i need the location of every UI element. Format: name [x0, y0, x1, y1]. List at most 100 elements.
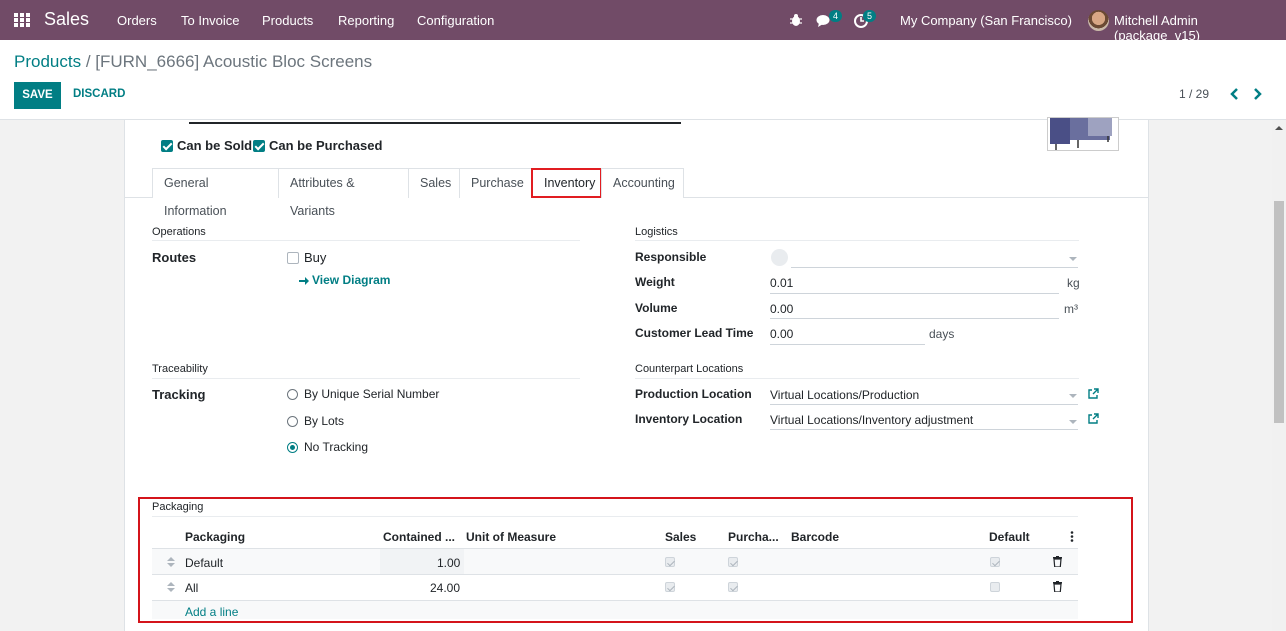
external-link-icon[interactable]	[1087, 413, 1099, 425]
route-buy-checkbox[interactable]	[287, 252, 299, 264]
tab-purchase[interactable]: Purchase	[459, 168, 532, 198]
row-default-checkbox[interactable]	[990, 582, 1000, 592]
bug-icon[interactable]	[788, 12, 804, 28]
weight-unit: kg	[1067, 276, 1080, 290]
row-packaging-name[interactable]: All	[185, 581, 198, 595]
row-purchase-checkbox[interactable]	[728, 582, 738, 592]
add-line-row	[152, 601, 1078, 619]
row-purchase-checkbox[interactable]	[728, 557, 738, 567]
apps-menu-icon[interactable]	[14, 13, 30, 27]
user-avatar[interactable]	[1088, 10, 1109, 31]
counterpart-rule	[635, 378, 1079, 379]
tracking-lots-label: By Lots	[304, 414, 345, 428]
counterpart-title: Counterpart Locations	[635, 363, 744, 375]
inventory-location-label: Inventory Location	[635, 412, 743, 426]
tracking-none-label: No Tracking	[304, 440, 369, 454]
row-sales-checkbox[interactable]	[665, 557, 675, 567]
production-location-line	[770, 404, 1078, 405]
save-button[interactable]: SAVE	[14, 82, 61, 109]
operations-rule	[152, 240, 580, 241]
col-packaging[interactable]: Packaging	[185, 530, 245, 544]
scroll-up-icon[interactable]	[1275, 124, 1283, 132]
discard-button[interactable]: DISCARD	[73, 88, 125, 100]
tracking-none-radio[interactable]	[287, 442, 298, 453]
lead-time-unit: days	[929, 327, 955, 341]
production-location-input[interactable]: Virtual Locations/Production	[770, 388, 919, 402]
menu-to-invoice[interactable]: To Invoice	[181, 13, 240, 28]
can-be-sold-checkbox[interactable]	[161, 140, 173, 152]
app-name[interactable]: Sales	[44, 9, 89, 30]
tab-inventory[interactable]: Inventory	[531, 168, 602, 198]
breadcrumb-products-link[interactable]: Products	[14, 52, 81, 71]
tab-accounting[interactable]: Accounting	[601, 168, 684, 198]
production-location-label: Production Location	[635, 387, 752, 401]
menu-orders[interactable]: Orders	[117, 13, 157, 28]
tab-attributes-variants[interactable]: Attributes & Variants	[278, 168, 409, 218]
weight-input[interactable]: 0.01	[770, 276, 793, 290]
inventory-caret-icon[interactable]	[1069, 420, 1077, 424]
pager-value[interactable]: 1 / 29	[1179, 87, 1209, 101]
routes-label: Routes	[152, 250, 197, 265]
tab-sales[interactable]: Sales	[408, 168, 460, 198]
col-purchase[interactable]: Purcha...	[728, 530, 779, 544]
chevron-left-icon[interactable]	[1228, 86, 1240, 102]
logistics-title: Logistics	[635, 226, 678, 238]
tracking-lots-radio[interactable]	[287, 416, 298, 427]
row-sales-checkbox[interactable]	[665, 582, 675, 592]
messages-badge: 4	[829, 10, 843, 22]
can-be-purchased-checkbox[interactable]	[253, 140, 265, 152]
product-image[interactable]	[1047, 117, 1119, 151]
tracking-serial-radio[interactable]	[287, 389, 298, 400]
menu-configuration[interactable]: Configuration	[417, 13, 494, 28]
responsible-avatar	[771, 249, 788, 266]
company-switcher[interactable]: My Company (San Francisco)	[900, 13, 1072, 28]
inventory-location-input[interactable]: Virtual Locations/Inventory adjustment	[770, 413, 973, 427]
row-packaging-name[interactable]: Default	[185, 556, 223, 570]
tracking-serial-label: By Unique Serial Number	[304, 387, 440, 401]
col-barcode[interactable]: Barcode	[791, 530, 839, 544]
weight-label: Weight	[635, 275, 675, 289]
row-contained-qty[interactable]: 1.00	[437, 556, 460, 570]
responsible-label: Responsible	[635, 250, 707, 264]
external-link-icon[interactable]	[1087, 388, 1099, 400]
col-default[interactable]: Default	[989, 530, 1030, 544]
control-panel: Products / [FURN_6666] Acoustic Bloc Scr…	[0, 40, 1286, 120]
col-sales[interactable]: Sales	[665, 530, 696, 544]
trash-icon[interactable]	[1053, 556, 1062, 567]
arrow-right-icon	[299, 277, 309, 285]
scrollbar-thumb[interactable]	[1274, 201, 1284, 423]
chevron-right-icon[interactable]	[1252, 86, 1264, 102]
col-unit-of-measure[interactable]: Unit of Measure	[466, 530, 556, 544]
drag-handle-icon[interactable]	[167, 557, 175, 567]
breadcrumb-separator: /	[81, 52, 96, 71]
table-row[interactable]	[152, 575, 1078, 600]
add-a-line-link[interactable]: Add a line	[185, 605, 238, 619]
lead-time-label: Customer Lead Time	[635, 326, 754, 340]
responsible-caret-icon[interactable]	[1069, 257, 1077, 261]
can-be-sold-label: Can be Sold	[177, 138, 253, 153]
drag-handle-icon[interactable]	[167, 582, 175, 592]
column-options-icon[interactable]	[1070, 531, 1074, 542]
production-caret-icon[interactable]	[1069, 394, 1077, 398]
lead-time-input[interactable]: 0.00	[770, 327, 793, 341]
volume-unit: m³	[1064, 302, 1078, 316]
operations-title: Operations	[152, 226, 206, 238]
responsible-field[interactable]	[791, 267, 1078, 268]
packaging-rule	[152, 516, 1078, 517]
row-default-checkbox[interactable]	[990, 557, 1000, 567]
row-contained-qty[interactable]: 24.00	[430, 581, 460, 595]
menu-products[interactable]: Products	[262, 13, 313, 28]
volume-input[interactable]: 0.00	[770, 302, 793, 316]
menu-reporting[interactable]: Reporting	[338, 13, 394, 28]
breadcrumb: Products / [FURN_6666] Acoustic Bloc Scr…	[14, 52, 372, 72]
tab-general-information[interactable]: General Information	[152, 168, 279, 218]
view-diagram-link[interactable]: View Diagram	[312, 273, 390, 287]
lead-time-field-line	[770, 344, 925, 345]
traceability-rule	[152, 378, 580, 379]
table-row[interactable]	[152, 549, 1078, 574]
trash-icon[interactable]	[1053, 581, 1062, 592]
user-menu[interactable]: Mitchell Admin (package_v15)	[1114, 13, 1286, 43]
tracking-label: Tracking	[152, 387, 206, 402]
weight-field-line	[770, 293, 1059, 294]
col-contained-qty[interactable]: Contained ...	[383, 530, 455, 544]
